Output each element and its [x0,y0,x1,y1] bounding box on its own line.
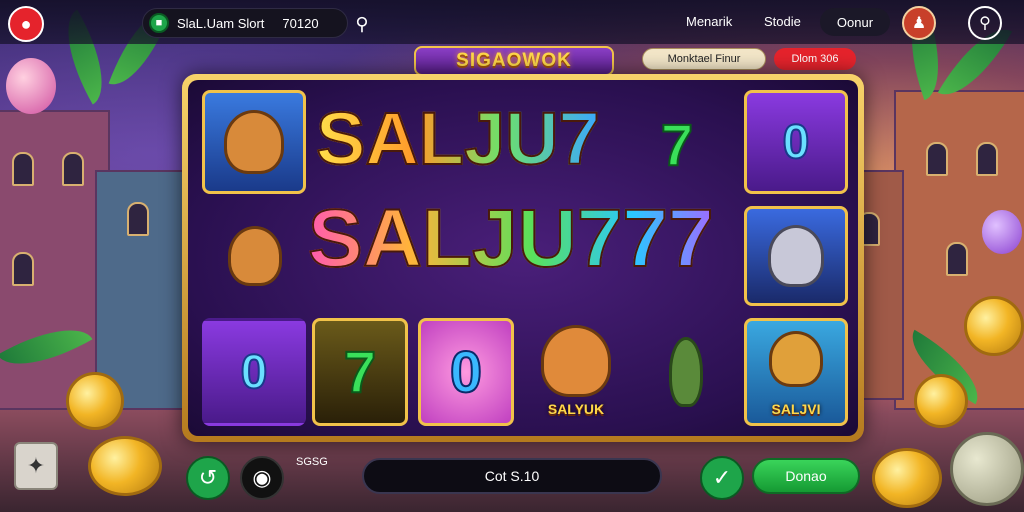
nav-pill-button[interactable]: Oonur [820,8,890,36]
slot-symbol-seven-gold: 7 [312,318,408,426]
game-title-banner: SIGAOWOK [414,46,614,76]
house-window [12,152,34,186]
camera-icon[interactable]: ◉ [240,456,284,500]
site-icon: ■ [149,13,169,33]
explorer-character [669,337,703,407]
seven-glyph: 7 [660,112,694,178]
symbol-caption: SALYUK [547,401,605,417]
wolf-character [768,225,824,287]
gold-coin [914,374,968,428]
nav-link-menarik[interactable]: Menarik [686,14,732,29]
slot-reel-grid: 7 0 SALJU7 SALJU777 0 7 0 SALYUK SALJVI [188,80,858,436]
game-title: SIGAOWOK [456,50,572,71]
slot-reel-frame: 7 0 SALJU7 SALJU777 0 7 0 SALYUK SALJVI [182,74,864,442]
background-house [95,170,185,410]
promo-pill[interactable]: Dlom 306 [774,48,856,70]
symbol-caption: SALJVI [771,401,821,417]
slot-symbol-dog-wizard [202,90,306,194]
nav-link-stodie[interactable]: Stodie [764,14,801,29]
balloon [6,58,56,114]
gold-coin [872,448,942,508]
chest-number: 0 [240,345,269,400]
site-code: 70120 [282,15,319,31]
house-window [127,202,149,236]
big-title-line-1: SALJU7 [315,97,601,180]
bet-display[interactable]: Cot S.10 [362,458,662,494]
logo-icon[interactable]: ● [8,6,44,42]
site-name: SlaL.Uam Slort [177,15,265,31]
site-selector[interactable]: ■ SlaL.Uam Slort 70120 [142,8,348,38]
slot-symbol-explorer [640,318,732,426]
slot-symbol-chest: 0 [744,90,848,194]
dog-character [541,325,611,397]
house-window [976,142,998,176]
slot-symbol-seven: 7 [632,110,722,180]
chest-number: 0 [782,115,811,170]
user-icon[interactable]: ♟ [902,6,936,40]
gold-coin [88,436,162,496]
silver-coin [950,432,1024,506]
house-window [12,252,34,286]
seven-glyph: 7 [343,339,377,406]
slot-symbol-chest: 0 [202,318,306,426]
key-icon[interactable]: ⚲ [968,6,1002,40]
slot-symbol-wolf [744,206,848,306]
dog-character [769,331,823,387]
house-window [926,142,948,176]
deal-button[interactable]: Donao [752,458,860,494]
slot-symbol-dog-miner [210,208,300,304]
dog-character [224,110,284,174]
house-window [946,242,968,276]
slot-symbol-dog-badge: SALJVI [744,318,848,426]
search-icon[interactable]: ⚲ [350,12,374,36]
info-pill[interactable]: Monktael Finur [642,48,766,70]
zero-glyph: 0 [449,339,483,406]
house-window [62,152,84,186]
corner-tool-icon[interactable]: ✦ [14,442,58,490]
slot-symbol-dog-king: SALYUK [526,312,626,426]
background-house [0,110,110,410]
gold-coin [964,296,1024,356]
dog-character [228,226,282,286]
gold-coin [66,372,124,430]
balloon [982,210,1022,254]
big-title-line-2: SALJU777 [307,193,715,284]
spin-icon[interactable]: ✓ [700,456,744,500]
mini-logo: SGSG [296,456,328,468]
slot-symbol-zero: 0 [418,318,514,426]
refresh-icon[interactable]: ↺ [186,456,230,500]
